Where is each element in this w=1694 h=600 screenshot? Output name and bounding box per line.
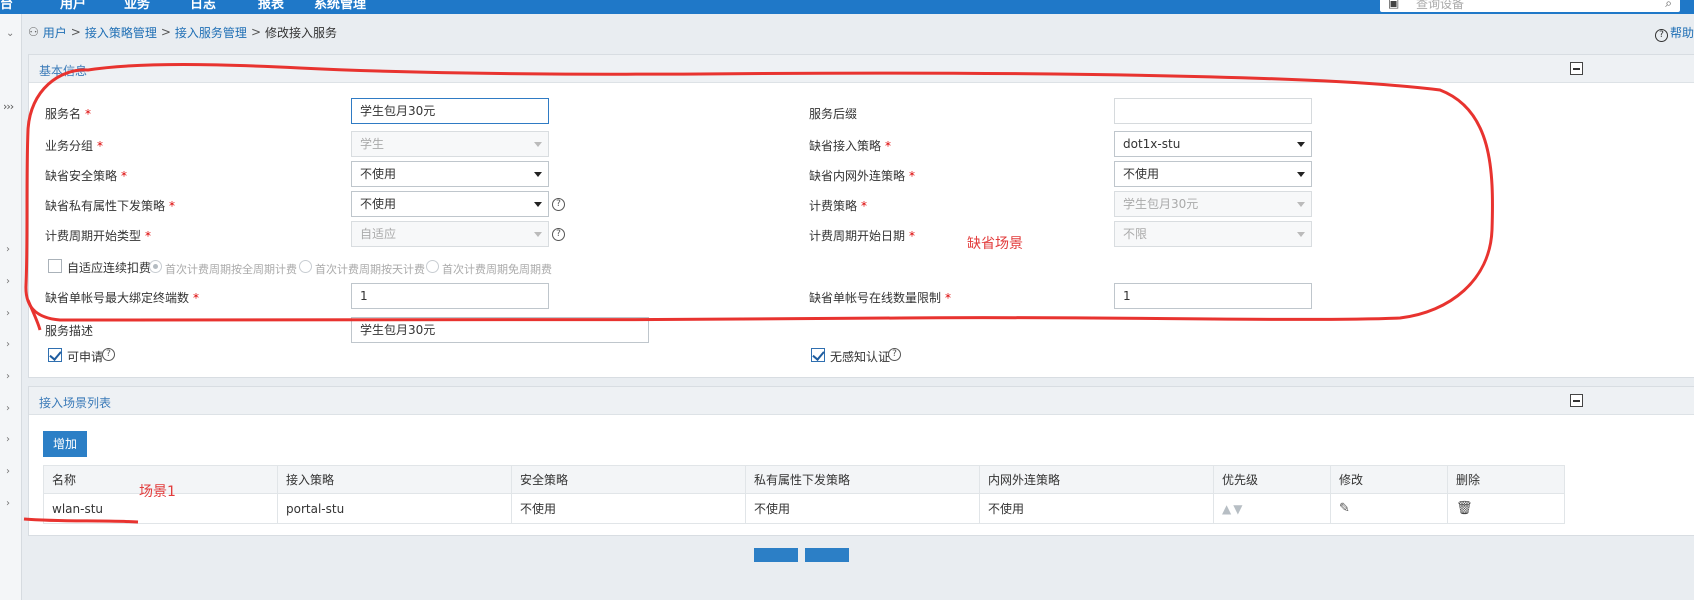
scene-1-underline: [23, 517, 139, 524]
default-scene-circle: [24, 63, 1494, 323]
annotation-overlay: [23, 63, 1494, 524]
